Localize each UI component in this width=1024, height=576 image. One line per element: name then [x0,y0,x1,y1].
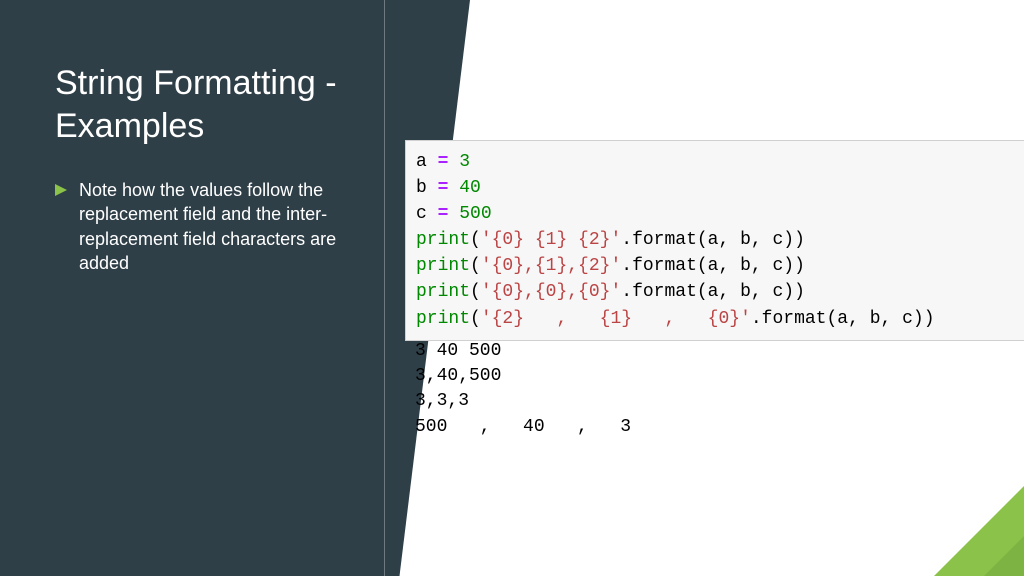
token: print [416,282,470,302]
code-block: a = 3 b = 40 c = 500 print('{0} {1} {2}'… [405,140,1024,341]
token: ( [470,309,481,329]
token: '{0} {1} {2}' [481,230,621,250]
token: .format(a, b, c)) [621,230,805,250]
token: ( [470,256,481,276]
token: a [416,152,427,172]
token: print [416,309,470,329]
token: '{0},{0},{0}' [481,282,621,302]
token: = [438,178,449,198]
token: ( [470,282,481,302]
token: print [416,256,470,276]
bullet-item: Note how the values follow the replaceme… [55,178,365,275]
token: print [416,230,470,250]
output-line: 500 , 40 , 3 [415,417,631,437]
token: 500 [459,204,491,224]
token: .format(a, b, c)) [621,256,805,276]
token: = [438,204,449,224]
token: '{2} , {1} , {0}' [481,309,751,329]
token: = [438,152,449,172]
output-line: 3 40 500 [415,341,501,361]
triangle-bullet-icon [55,184,67,196]
output-block: 3 40 500 3,40,500 3,3,3 500 , 40 , 3 [405,335,1024,444]
token: b [416,178,427,198]
token: .format(a, b, c)) [621,282,805,302]
output-line: 3,3,3 [415,391,469,411]
token: .format(a, b, c)) [751,309,935,329]
output-line: 3,40,500 [415,366,501,386]
token: 40 [459,178,481,198]
bullet-text: Note how the values follow the replaceme… [79,178,365,275]
token: ( [470,230,481,250]
token: c [416,204,427,224]
token: 3 [459,152,470,172]
token: '{0},{1},{2}' [481,256,621,276]
slide-title: String Formatting - Examples [55,62,385,147]
corner-accent-inner-icon [984,536,1024,576]
